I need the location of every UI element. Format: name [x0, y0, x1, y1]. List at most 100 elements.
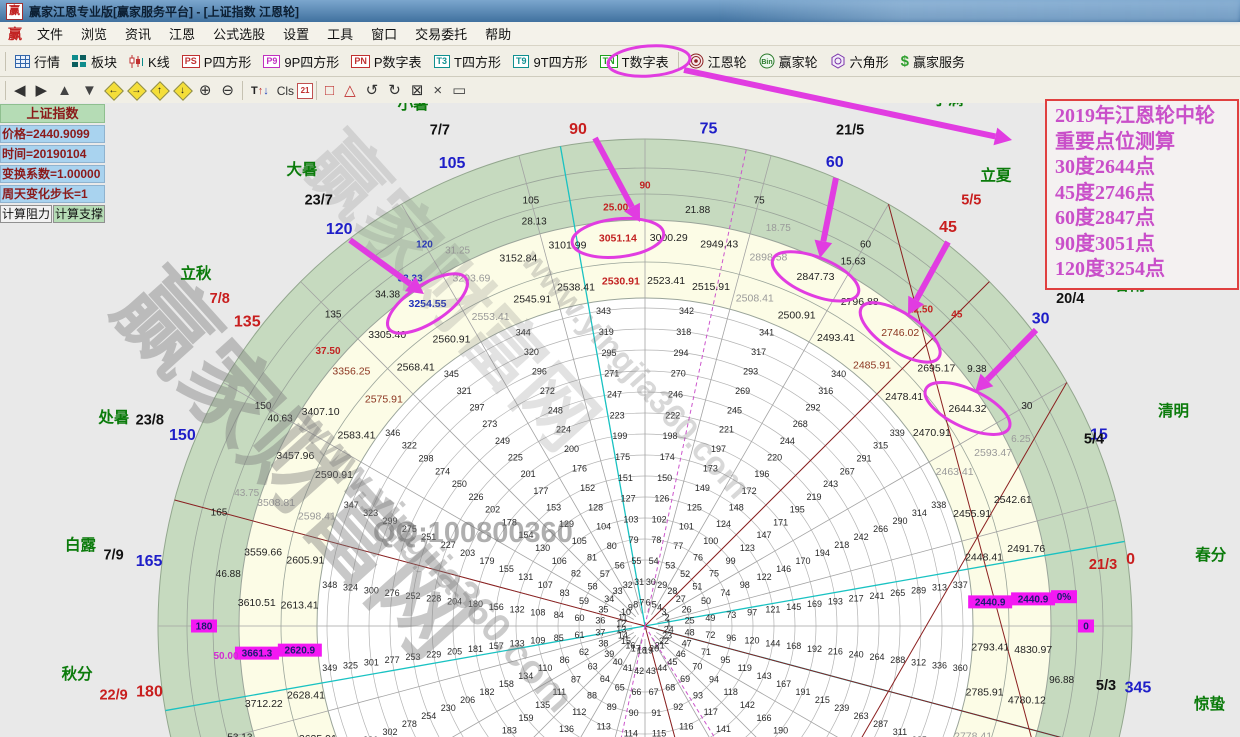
- wheel-number: 341: [759, 328, 774, 338]
- wheel-number: 219: [806, 492, 821, 502]
- svg-text:Bin: Bin: [761, 59, 772, 66]
- outer-degree-345: 345: [1125, 680, 1152, 697]
- tool-sectors[interactable]: 板块: [66, 50, 123, 73]
- wheel-number: 205: [447, 647, 462, 657]
- draw-tool-pan-up[interactable]: ↑: [151, 82, 168, 99]
- date-label: 7/7: [430, 122, 450, 138]
- wheel-number: 91: [651, 708, 661, 718]
- annotation-line-1: 重要点位测算: [1055, 130, 1231, 156]
- outer-degree-30: 30: [1032, 311, 1050, 328]
- menu-0[interactable]: 文件: [28, 22, 72, 45]
- wheel-number: 315: [873, 441, 888, 451]
- wheel-number: 273: [482, 419, 497, 429]
- wheel-number: 36: [595, 616, 605, 626]
- date-field: 时间=20190104: [0, 145, 105, 163]
- menu-5[interactable]: 设置: [274, 22, 318, 45]
- wheel-number: 83: [560, 588, 570, 598]
- tool-hexagon-label: 六角形: [850, 52, 889, 71]
- draw-tool-zoom-out[interactable]: ⊖: [216, 80, 239, 102]
- draw-tool-zoom-in[interactable]: ⊕: [194, 80, 217, 102]
- wheel-number: 312: [911, 658, 926, 668]
- draw-tool-triangle-tool[interactable]: △: [339, 80, 361, 102]
- wheel-number: 317: [751, 347, 766, 357]
- draw-tool-pan-left[interactable]: ←: [105, 82, 122, 99]
- wheel-number: 142: [740, 700, 755, 710]
- draw-tool-rect-tool[interactable]: □: [320, 80, 339, 102]
- menu-7[interactable]: 窗口: [362, 22, 406, 45]
- draw-tool-pan-down[interactable]: ↓: [174, 82, 191, 99]
- wheel-number: 112: [572, 707, 586, 717]
- tool-t-number-table[interactable]: TNT数字表: [594, 50, 675, 73]
- ring-b-value: 2508.41: [736, 292, 774, 304]
- wheel-number: 95: [720, 655, 730, 665]
- wheel-number: 71: [701, 647, 711, 657]
- tool-9p-square[interactable]: P99P四方形: [257, 50, 345, 73]
- tool-winner-service[interactable]: $赢家服务: [895, 50, 971, 73]
- wheel-number: 120: [745, 636, 760, 646]
- tool-p-number-table[interactable]: PNP数字表: [345, 50, 427, 73]
- draw-tool-t-scale[interactable]: T↑↓: [246, 80, 274, 102]
- tool-kline[interactable]: K线: [123, 50, 176, 73]
- tool-t-square[interactable]: T3T四方形: [428, 50, 507, 73]
- draw-tool-calendar[interactable]: 21: [297, 83, 313, 99]
- wheel-number: 182: [480, 687, 495, 697]
- wheel-number: 7: [639, 598, 644, 608]
- wheel-number: 220: [767, 453, 782, 463]
- wheel-number: 158: [499, 679, 514, 689]
- draw-tool-screen-tool[interactable]: ▭: [447, 80, 471, 102]
- date-label: 23/8: [136, 412, 164, 428]
- t-scale-letter: T: [251, 81, 258, 101]
- wheel-number: 99: [726, 556, 736, 566]
- draw-tool-nav-prev[interactable]: ◀: [9, 80, 31, 102]
- wheel-number: 67: [649, 687, 659, 697]
- draw-tool-step-up[interactable]: ▲: [52, 80, 77, 102]
- menu-2[interactable]: 资讯: [116, 22, 160, 45]
- draw-tool-rotate-ccw[interactable]: ↺: [361, 80, 384, 102]
- ring-b-value: 2455.91: [953, 508, 991, 520]
- tool-9p-square-label: 9P四方形: [284, 52, 339, 71]
- window-controls[interactable]: [720, 0, 1240, 22]
- wheel-number: 43: [646, 666, 656, 676]
- factor-field: 变换系数=1.00000: [0, 165, 105, 183]
- draw-tool-cls[interactable]: Cls: [274, 84, 297, 98]
- annotation-line-0: 2019年江恩轮中轮: [1055, 104, 1231, 130]
- wheel-number: 289: [911, 585, 926, 595]
- wheel-number: 216: [828, 647, 843, 657]
- menu-1[interactable]: 浏览: [72, 22, 116, 45]
- draw-tool-cross-tool[interactable]: ×: [428, 80, 447, 102]
- menu-3[interactable]: 江恩: [160, 22, 204, 45]
- outer-degree-150: 150: [169, 427, 196, 444]
- wheel-number: 225: [508, 453, 523, 463]
- calc-resistance-button[interactable]: 计算阻力: [0, 205, 52, 223]
- wheel-number: 265: [890, 588, 905, 598]
- degree-ring-value: 45: [951, 310, 963, 321]
- menu-4[interactable]: 公式选股: [204, 22, 274, 45]
- wheel-number: 51: [692, 581, 702, 591]
- tool-hexagon[interactable]: 六角形: [824, 50, 895, 73]
- wheel-number: 241: [869, 591, 884, 601]
- draw-tool-select-box[interactable]: ⊠: [406, 80, 429, 102]
- menu-8[interactable]: 交易委托: [406, 22, 476, 45]
- wheel-number: 72: [705, 630, 715, 640]
- wheel-number: 65: [615, 682, 625, 692]
- calc-support-button[interactable]: 计算支撑: [53, 205, 105, 223]
- wheel-number: 254: [421, 711, 436, 721]
- outer-degree-135: 135: [234, 314, 261, 331]
- tool-gann-wheel[interactable]: 江恩轮: [682, 50, 753, 73]
- tool-p-square[interactable]: PSP四方形: [176, 50, 258, 73]
- wheel-number: 59: [579, 596, 589, 606]
- draw-tool-rotate-cw[interactable]: ↻: [383, 80, 406, 102]
- wheel-number: 85: [554, 633, 564, 643]
- tool-winner-wheel[interactable]: Bin赢家轮: [753, 50, 824, 73]
- draw-tool-pan-right[interactable]: →: [128, 82, 145, 99]
- wheel-number: 32: [623, 580, 633, 590]
- menu-6[interactable]: 工具: [318, 22, 362, 45]
- draw-tool-nav-next[interactable]: ▶: [31, 80, 53, 102]
- wheel-number: 167: [776, 679, 791, 689]
- tool-quotes[interactable]: 行情: [9, 50, 66, 73]
- wheel-number: 191: [795, 687, 810, 697]
- tool-9t-square[interactable]: T99T四方形: [507, 50, 594, 73]
- draw-tool-step-down[interactable]: ▼: [77, 80, 102, 102]
- menu-9[interactable]: 帮助: [476, 22, 520, 45]
- wheel-number: 74: [720, 588, 730, 598]
